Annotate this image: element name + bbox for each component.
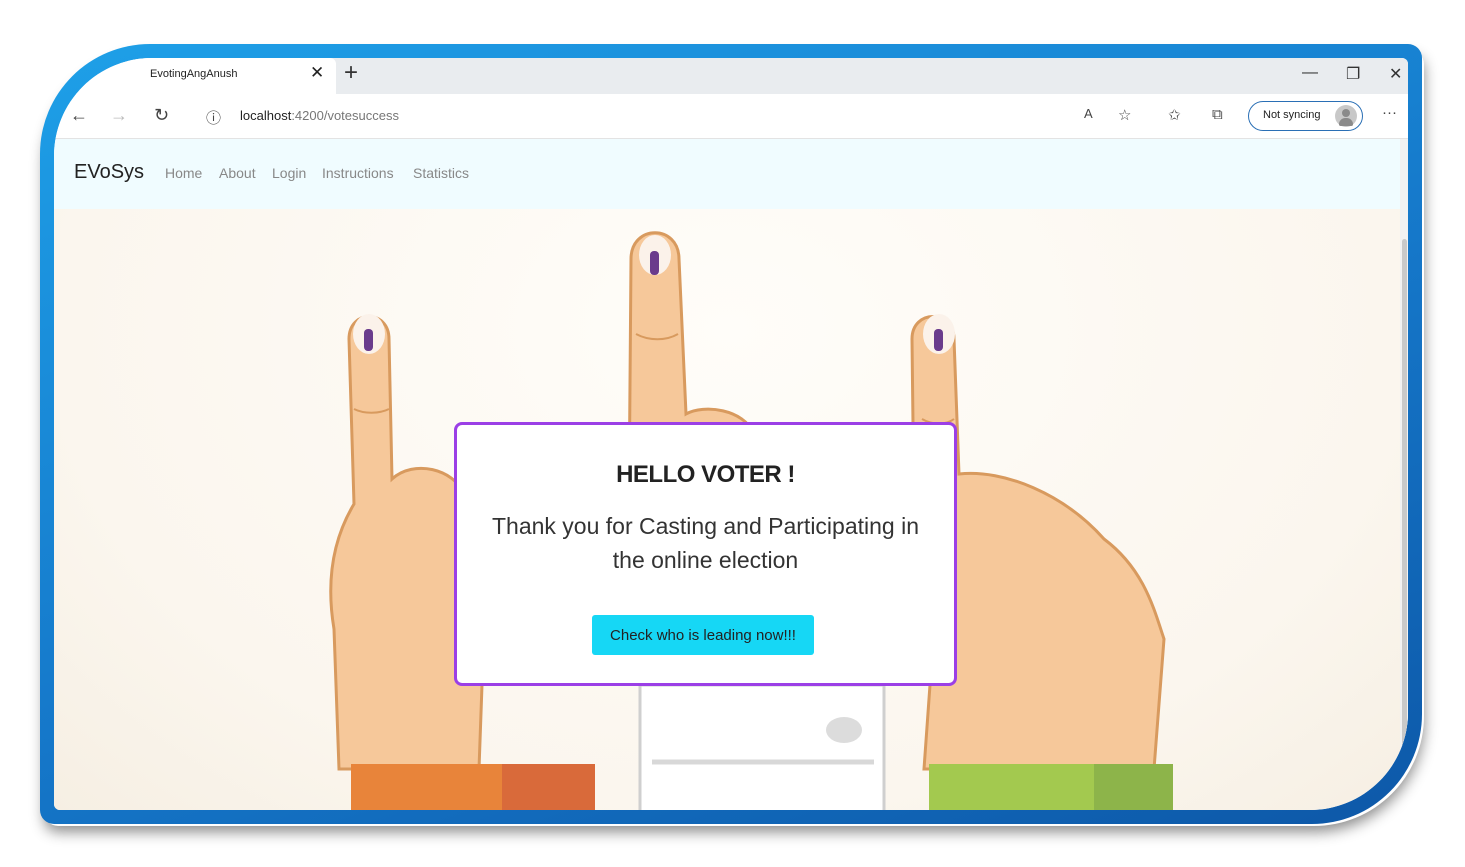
close-window-icon[interactable]: ✕ — [1389, 64, 1402, 84]
forward-icon[interactable]: → — [110, 105, 128, 126]
address-bar: ← → ↻ ⓘ localhost:4200/votesuccess A ☆ ✩… — [54, 94, 1408, 139]
sync-label: Not syncing — [1263, 109, 1321, 121]
restore-icon[interactable]: ❐ — [1346, 64, 1360, 84]
minimize-icon[interactable]: — — [1302, 64, 1318, 82]
green-sleeve-shade — [1094, 764, 1173, 810]
read-aloud-icon[interactable]: A — [1084, 106, 1093, 121]
nav-link-login[interactable]: Login — [272, 165, 306, 181]
collections-icon[interactable]: ⧉ — [1212, 106, 1223, 123]
favorites-icon[interactable]: ✩ — [1168, 106, 1181, 124]
hero-section: HELLO VOTER ! Thank you for Casting and … — [54, 209, 1408, 810]
url-path: :4200/votesuccess — [291, 108, 399, 123]
url-field[interactable]: localhost:4200/votesuccess — [240, 108, 399, 123]
tab-title: EvotingAngAnush — [150, 68, 238, 80]
nav-link-about[interactable]: About — [219, 165, 256, 181]
modal-heading: HELLO VOTER ! — [616, 461, 795, 488]
vote-success-modal: HELLO VOTER ! Thank you for Casting and … — [454, 422, 957, 686]
url-host: localhost — [240, 108, 292, 123]
decorative-frame: EvotingAngAnush ✕ + — ❐ ✕ ← → ↻ ⓘ localh… — [40, 44, 1422, 824]
site-navbar: EVoSys Home About Login Instructions Sta… — [54, 139, 1408, 209]
tab-close-icon[interactable]: ✕ — [310, 63, 324, 83]
sync-button[interactable]: Not syncing — [1248, 101, 1363, 131]
saffron-sleeve-shade — [502, 764, 595, 810]
modal-message: Thank you for Casting and Participating … — [491, 513, 920, 573]
browser-tab[interactable]: EvotingAngAnush ✕ — [74, 58, 336, 94]
brand-logo[interactable]: EVoSys — [74, 161, 144, 184]
nav-link-home[interactable]: Home — [165, 165, 202, 181]
profile-avatar-icon — [1335, 105, 1357, 127]
tab-strip: EvotingAngAnush ✕ + — ❐ ✕ — [54, 58, 1408, 94]
browser-window: EvotingAngAnush ✕ + — ❐ ✕ ← → ↻ ⓘ localh… — [54, 58, 1408, 810]
favorite-add-icon[interactable]: ☆ — [1118, 106, 1131, 124]
new-tab-button[interactable]: + — [344, 59, 358, 87]
nav-link-instructions[interactable]: Instructions — [322, 165, 394, 181]
ballot-box-button — [826, 717, 862, 743]
nav-link-statistics[interactable]: Statistics — [413, 165, 469, 181]
more-menu-icon[interactable]: ··· — [1382, 104, 1397, 121]
refresh-icon[interactable]: ↻ — [154, 105, 169, 126]
page-scrollbar[interactable] — [1400, 139, 1408, 810]
site-info-icon[interactable]: ⓘ — [206, 107, 221, 128]
check-leading-button[interactable]: Check who is leading now!!! — [592, 615, 814, 655]
back-icon[interactable]: ← — [70, 105, 88, 126]
ballot-box — [638, 683, 886, 810]
scrollbar-thumb[interactable] — [1402, 239, 1407, 799]
